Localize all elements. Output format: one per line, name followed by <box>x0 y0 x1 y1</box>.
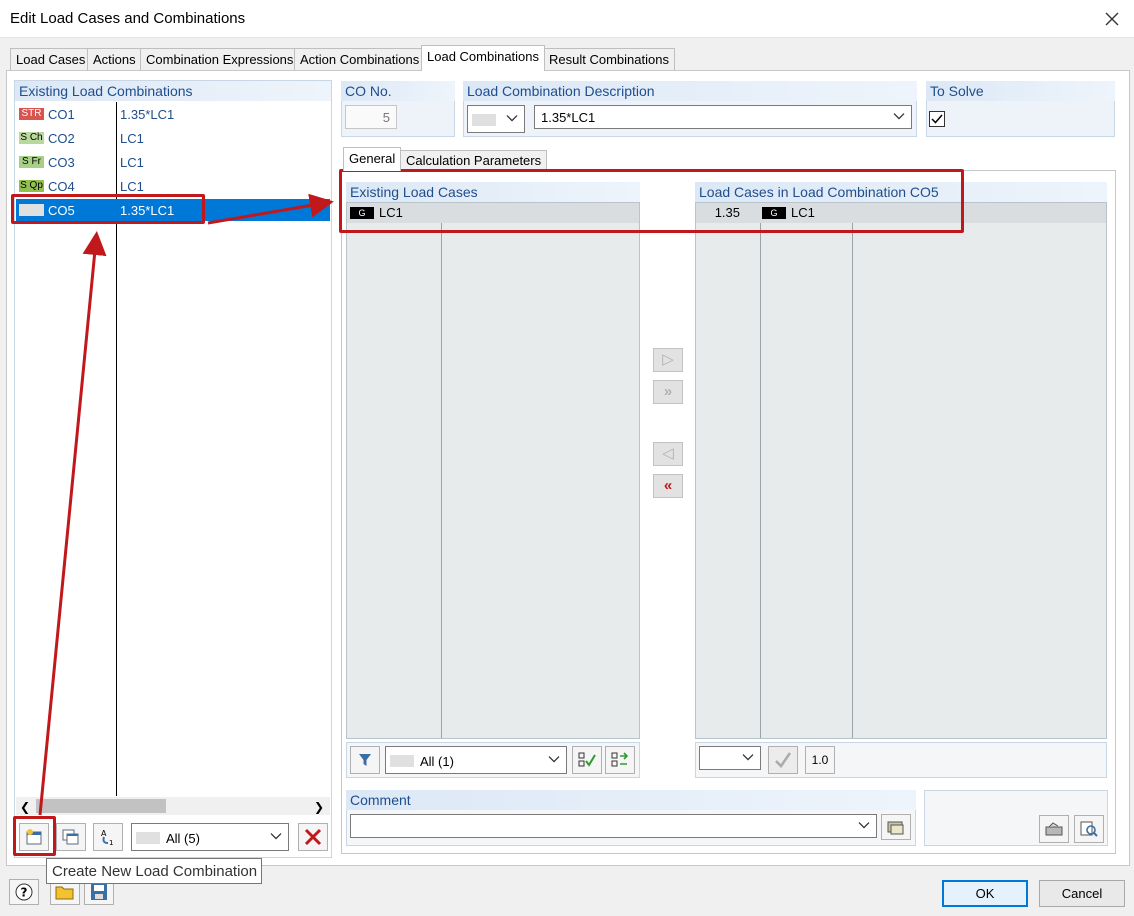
arrow-to-selected-row <box>38 231 107 816</box>
arrow-to-grid <box>207 193 334 225</box>
annotation-arrows <box>38 193 334 816</box>
subtab-general[interactable]: General <box>343 147 402 171</box>
tab-load-combinations[interactable]: Load Combinations <box>421 45 546 71</box>
